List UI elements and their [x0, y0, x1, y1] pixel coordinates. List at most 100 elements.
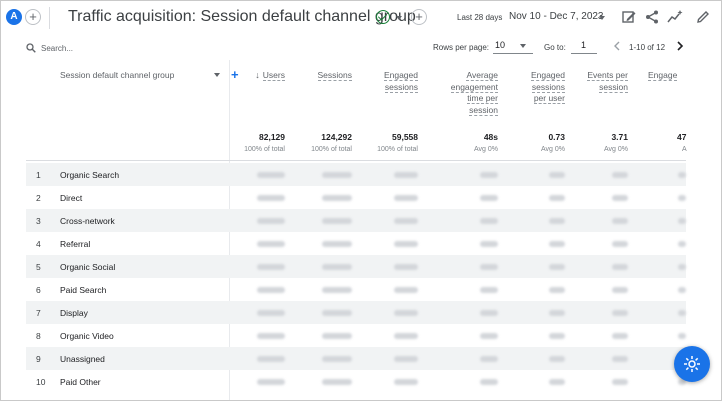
table-row[interactable]: 1 Organic Search: [26, 163, 686, 186]
blurred-metric-cell: [678, 195, 686, 201]
report-window: A + Traffic acquisition: Session default…: [0, 0, 722, 401]
table-row[interactable]: 6 Paid Search: [26, 278, 686, 301]
blurred-metric-cell: [612, 287, 628, 293]
assistant-button[interactable]: [674, 346, 710, 382]
blurred-metric-cell: [678, 310, 686, 316]
previous-page-icon[interactable]: [613, 41, 621, 51]
date-range-label: Last 28 days: [457, 13, 503, 22]
blurred-metric-cell: [549, 264, 565, 270]
dimension-dropdown-icon[interactable]: [214, 73, 220, 77]
blurred-metric-cell: [394, 195, 418, 201]
blurred-metric-cell: [257, 172, 285, 178]
assistant-icon: [684, 356, 700, 372]
blurred-metric-cell: [322, 264, 352, 270]
blurred-metric-cell: [394, 218, 418, 224]
row-index: 7: [36, 308, 41, 318]
column-header-engaged-sessions[interactable]: Engaged sessions: [366, 70, 418, 93]
dimension-header[interactable]: Session default channel group: [60, 70, 174, 80]
blurred-metric-cell: [394, 264, 418, 270]
pencil-icon[interactable]: [695, 9, 711, 25]
row-channel-name[interactable]: Cross-network: [60, 216, 115, 226]
goto-page-input[interactable]: 1: [571, 39, 597, 54]
date-range-picker[interactable]: Nov 10 - Dec 7, 2023: [509, 11, 604, 22]
blurred-metric-cell: [394, 379, 418, 385]
divider: [49, 7, 50, 29]
sort-desc-icon: ↓: [255, 70, 260, 80]
total-engagement-rate: 47: [677, 132, 687, 142]
blurred-metric-cell: [612, 264, 628, 270]
total-sessions: 124,292: [321, 132, 352, 142]
row-index: 9: [36, 354, 41, 364]
row-channel-name[interactable]: Unassigned: [60, 354, 105, 364]
total-avg-engagement-time-sub: Avg 0%: [474, 146, 498, 153]
table-row[interactable]: 8 Organic Video: [26, 324, 686, 347]
blurred-metric-cell: [394, 310, 418, 316]
blurred-metric-cell: [480, 310, 498, 316]
column-header-users[interactable]: ↓ Users: [231, 70, 285, 82]
total-avg-engagement-time: 48s: [483, 132, 498, 142]
table-row[interactable]: 5 Organic Social: [26, 255, 686, 278]
blurred-metric-cell: [257, 195, 285, 201]
row-channel-name[interactable]: Organic Search: [60, 170, 119, 180]
insights-icon[interactable]: [667, 9, 683, 25]
row-channel-name[interactable]: Direct: [60, 193, 82, 203]
column-header-sessions[interactable]: Sessions: [296, 70, 352, 82]
row-channel-name[interactable]: Display: [60, 308, 88, 318]
row-channel-name[interactable]: Referral: [60, 239, 90, 249]
row-channel-name[interactable]: Organic Video: [60, 331, 114, 341]
blurred-metric-cell: [322, 195, 352, 201]
blurred-metric-cell: [257, 333, 285, 339]
row-index: 10: [36, 377, 46, 387]
blurred-metric-cell: [257, 379, 285, 385]
blurred-metric-cell: [394, 241, 418, 247]
blurred-metric-cell: [480, 195, 498, 201]
check-circle-icon: [376, 10, 390, 24]
total-users: 82,129: [259, 132, 285, 142]
blurred-metric-cell: [480, 379, 498, 385]
column-header-events-per-session[interactable]: Events per session: [586, 70, 628, 93]
table-row[interactable]: 3 Cross-network: [26, 209, 686, 232]
blurred-metric-cell: [322, 379, 352, 385]
column-header-avg-engagement-time[interactable]: Average engagement time per session: [446, 70, 498, 116]
title-dropdown-button[interactable]: [396, 16, 402, 20]
totals-divider: [26, 160, 686, 161]
add-filter-button[interactable]: +: [411, 9, 427, 25]
blurred-metric-cell: [394, 172, 418, 178]
row-channel-name[interactable]: Organic Social: [60, 262, 115, 272]
row-channel-name[interactable]: Paid Search: [60, 285, 106, 295]
table-row[interactable]: 10 Paid Other: [26, 370, 686, 393]
blurred-metric-cell: [612, 356, 628, 362]
blurred-metric-cell: [549, 287, 565, 293]
blurred-metric-cell: [549, 379, 565, 385]
date-range-caret-icon[interactable]: [599, 16, 605, 20]
edit-report-icon[interactable]: [621, 9, 637, 25]
blurred-metric-cell: [549, 333, 565, 339]
rows-per-page-select[interactable]: 10: [493, 39, 533, 54]
blurred-metric-cell: [612, 310, 628, 316]
blurred-metric-cell: [257, 287, 285, 293]
column-header-engagement-rate[interactable]: Engage: [648, 70, 686, 82]
blurred-metric-cell: [480, 218, 498, 224]
column-header-engaged-sessions-per-user[interactable]: Engaged sessions per user: [523, 70, 565, 105]
search-input[interactable]: [41, 41, 221, 55]
rows-per-page-caret-icon[interactable]: [520, 44, 526, 48]
next-page-icon[interactable]: [676, 41, 684, 51]
search-icon: [26, 43, 36, 53]
blurred-metric-cell: [612, 333, 628, 339]
blurred-metric-cell: [322, 356, 352, 362]
blurred-metric-cell: [549, 172, 565, 178]
share-icon[interactable]: [644, 9, 660, 25]
total-events-per-session: 3.71: [611, 132, 628, 142]
blurred-metric-cell: [549, 241, 565, 247]
table-row[interactable]: 2 Direct: [26, 186, 686, 209]
comparison-avatar[interactable]: A: [6, 9, 22, 25]
blurred-metric-cell: [678, 241, 686, 247]
blurred-metric-cell: [480, 172, 498, 178]
table-row[interactable]: 7 Display: [26, 301, 686, 324]
page-title: Traffic acquisition: Session default cha…: [68, 8, 416, 25]
table-row[interactable]: 4 Referral: [26, 232, 686, 255]
total-engaged-sessions-per-user-sub: Avg 0%: [541, 146, 565, 153]
table-row[interactable]: 9 Unassigned: [26, 347, 686, 370]
row-channel-name[interactable]: Paid Other: [60, 377, 101, 387]
add-comparison-button[interactable]: +: [25, 9, 41, 25]
